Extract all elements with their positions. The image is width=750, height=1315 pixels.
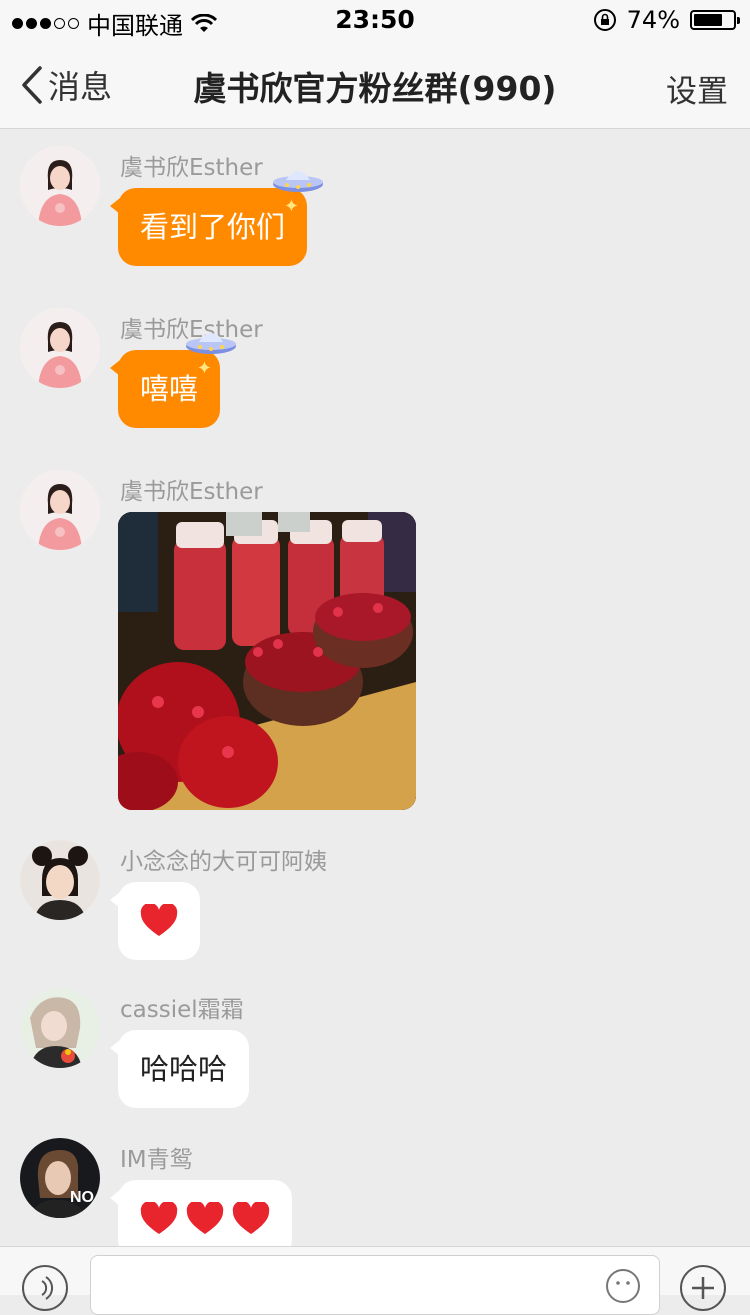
message-bubble[interactable]: 哈哈哈 [109,1030,250,1108]
message-text: 嘻嘻 [140,372,199,406]
rotation-lock-icon [593,9,616,31]
emoji-button[interactable] [606,1269,640,1303]
message-bubble[interactable]: 嘻嘻 ✦ [109,333,237,428]
sender-name: 虞书欣Esther [120,479,263,505]
sender-name: 虞书欣Esther [120,155,263,181]
back-label: 消息 [48,68,113,106]
pomegranate-juice-photo [118,512,416,810]
avatar[interactable] [20,146,100,226]
nav-bar: 消息 虞书欣官方粉丝群(990) 设置 [0,40,750,129]
avatar-esther-icon [20,146,100,226]
avatar-esther-icon [20,470,100,550]
image-message[interactable] [118,512,416,810]
avatar[interactable] [20,308,100,388]
chevron-left-icon [22,66,42,104]
avatar[interactable] [20,470,100,550]
message-text: 看到了你们 [140,210,286,244]
avatar[interactable]: NO [20,1138,100,1218]
settings-button[interactable]: 设置 [666,66,728,111]
plus-icon [692,1277,714,1299]
avatar-emma-icon: NO [20,1138,100,1218]
heart-icon [186,1202,224,1234]
voice-icon [41,1276,53,1300]
heart-icon [232,1202,270,1234]
sender-name: 小念念的大可可阿姨 [120,849,327,875]
voice-input-button[interactable] [22,1265,68,1311]
input-bar [0,1246,750,1315]
emoji-face-icon [616,1281,630,1285]
heart-icon [140,904,178,936]
message-list[interactable]: 虞书欣Esther 看到了你们 ✦ 虞书欣Esther 嘻嘻 ✦ 虞书欣Esth… [0,130,750,1246]
battery-percent: 74% [626,6,680,34]
message-text: 哈哈哈 [140,1052,228,1086]
emoji-row [140,1180,270,1246]
avatar[interactable] [20,988,100,1068]
message-input[interactable] [90,1255,660,1315]
more-button[interactable] [680,1265,726,1311]
emoji-row [140,882,178,960]
avatar-esther-icon [20,308,100,388]
battery-icon [690,10,740,30]
back-button[interactable]: 消息 [20,62,112,108]
sparkle-icon: ✦ [283,196,300,217]
avatar-girl-buns-icon [20,840,100,920]
message-bubble[interactable] [110,1180,292,1246]
status-right: 74% [593,6,740,34]
sender-name: IM青鸳 [120,1147,193,1173]
status-bar: 中国联通 23:50 74% [0,0,750,40]
ufo-bubble-badge-icon [273,171,324,192]
message-bubble[interactable] [110,882,200,960]
page-title: 虞书欣官方粉丝群(990) [193,69,557,108]
sender-name: cassiel霜霜 [120,997,244,1023]
avatar-cassiel-icon [20,988,100,1068]
heart-icon [140,1202,178,1234]
avatar-text: NO [70,1189,94,1206]
message-bubble[interactable]: 看到了你们 ✦ [109,171,324,266]
sparkle-icon: ✦ [196,358,213,379]
ufo-bubble-badge-icon [186,333,237,354]
avatar[interactable] [20,840,100,920]
